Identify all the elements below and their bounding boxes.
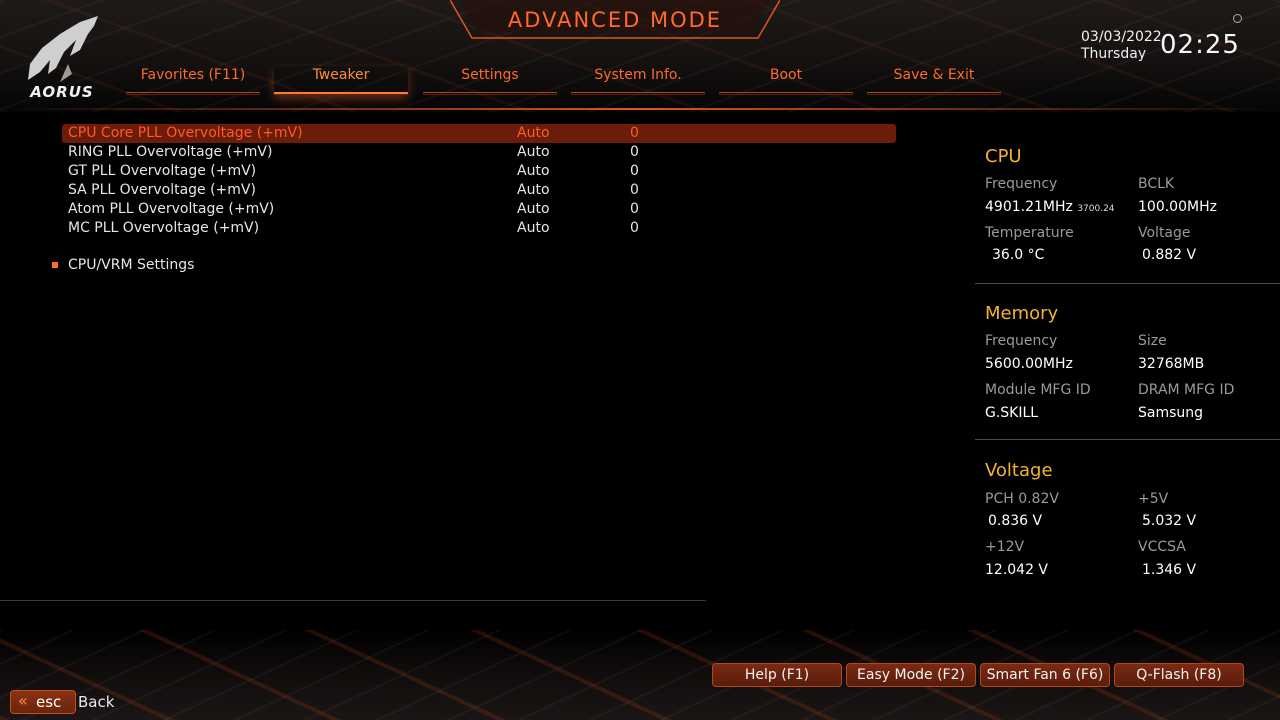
plus5v-value: 5.032 V: [1142, 513, 1197, 529]
setting-name: MC PLL Overvoltage (+mV): [68, 220, 260, 236]
content-divider: [0, 600, 706, 601]
memory-frequency-label: Frequency: [985, 333, 1058, 349]
smart-fan-button[interactable]: Smart Fan 6 (F6): [980, 663, 1110, 687]
submenu-bullet-icon: [52, 262, 58, 268]
setting-name: GT PLL Overvoltage (+mV): [68, 163, 257, 179]
tab-settings[interactable]: Settings: [423, 66, 557, 95]
tab-tweaker[interactable]: Tweaker: [274, 66, 408, 95]
setting-mode[interactable]: Auto: [517, 162, 550, 181]
esc-label: esc: [36, 693, 62, 711]
module-mfg-value: G.SKILL: [985, 405, 1039, 421]
setting-value[interactable]: 0: [630, 219, 639, 238]
tab-save-exit[interactable]: Save & Exit: [867, 66, 1001, 95]
cpu-frequency-value: 4901.21MHz 3700.24: [985, 199, 1115, 215]
tab-system-info[interactable]: System Info.: [571, 66, 705, 95]
submenu-label: CPU/VRM Settings: [68, 257, 195, 273]
cpu-frequency-label: Frequency: [985, 176, 1058, 192]
cpu-temperature-value: 36.0 °C: [992, 247, 1045, 263]
help-button[interactable]: Help (F1): [712, 663, 842, 687]
tab-boot[interactable]: Boot: [719, 66, 853, 95]
setting-name: SA PLL Overvoltage (+mV): [68, 182, 256, 198]
memory-size-label: Size: [1138, 333, 1167, 349]
setting-mode[interactable]: Auto: [517, 124, 550, 143]
day-text: Thursday: [1081, 46, 1147, 62]
time-display[interactable]: 02:25: [1160, 30, 1240, 60]
setting-name: CPU Core PLL Overvoltage (+mV): [68, 125, 303, 141]
setting-value[interactable]: 0: [630, 124, 639, 143]
setting-row-cpu-core-pll[interactable]: CPU Core PLL Overvoltage (+mV) Auto 0: [62, 124, 896, 143]
qflash-button[interactable]: Q-Flash (F8): [1114, 663, 1244, 687]
pch-voltage-label: PCH 0.82V: [985, 491, 1059, 507]
setting-row-atom-pll[interactable]: Atom PLL Overvoltage (+mV) Auto 0: [62, 200, 896, 219]
cpu-voltage-value: 0.882 V: [1142, 247, 1197, 263]
vccsa-label: VCCSA: [1138, 539, 1186, 555]
dram-mfg-label: DRAM MFG ID: [1138, 382, 1235, 398]
panel-divider: [975, 439, 1280, 440]
date-text: 03/03/2022: [1081, 29, 1162, 45]
setting-value[interactable]: 0: [630, 162, 639, 181]
setting-mode[interactable]: Auto: [517, 181, 550, 200]
settings-gear-icon[interactable]: [1233, 14, 1242, 23]
tab-favorites[interactable]: Favorites (F11): [126, 66, 260, 95]
memory-section-title: Memory: [985, 303, 1059, 324]
setting-row-sa-pll[interactable]: SA PLL Overvoltage (+mV) Auto 0: [62, 181, 896, 200]
cpu-temperature-label: Temperature: [985, 225, 1074, 241]
header-divider: [0, 108, 1280, 110]
esc-button[interactable]: « esc: [10, 690, 76, 714]
back-label[interactable]: Back: [78, 693, 114, 711]
panel-divider: [975, 283, 1280, 284]
settings-list: CPU Core PLL Overvoltage (+mV) Auto 0 RI…: [62, 124, 896, 238]
setting-name: RING PLL Overvoltage (+mV): [68, 144, 273, 160]
module-mfg-label: Module MFG ID: [985, 382, 1091, 398]
date-display: 03/03/2022 Thursday: [1081, 29, 1162, 63]
voltage-section-title: Voltage: [985, 460, 1053, 481]
plus5v-label: +5V: [1138, 491, 1169, 507]
setting-row-gt-pll[interactable]: GT PLL Overvoltage (+mV) Auto 0: [62, 162, 896, 181]
setting-value[interactable]: 0: [630, 181, 639, 200]
setting-mode[interactable]: Auto: [517, 219, 550, 238]
setting-name: Atom PLL Overvoltage (+mV): [68, 201, 275, 217]
memory-size-value: 32768MB: [1138, 356, 1205, 372]
vccsa-value: 1.346 V: [1142, 562, 1197, 578]
setting-mode[interactable]: Auto: [517, 200, 550, 219]
aorus-logo-text: AORUS: [30, 83, 94, 101]
setting-mode[interactable]: Auto: [517, 143, 550, 162]
page-title: ADVANCED MODE: [507, 8, 723, 32]
cpu-section-title: CPU: [985, 146, 1022, 167]
plus12v-value: 12.042 V: [985, 562, 1049, 578]
memory-frequency-value: 5600.00MHz: [985, 356, 1073, 372]
bclk-label: BCLK: [1138, 176, 1175, 192]
cpu-voltage-label: Voltage: [1138, 225, 1191, 241]
cpu-frequency-main: 4901.21MHz: [985, 199, 1073, 215]
cpu-frequency-sub: 3700.24: [1077, 204, 1115, 214]
double-chevron-left-icon: «: [18, 691, 28, 710]
setting-value[interactable]: 0: [630, 143, 639, 162]
easy-mode-button[interactable]: Easy Mode (F2): [846, 663, 976, 687]
pch-voltage-value: 0.836 V: [988, 513, 1043, 529]
setting-row-mc-pll[interactable]: MC PLL Overvoltage (+mV) Auto 0: [62, 219, 896, 238]
plus12v-label: +12V: [985, 539, 1025, 555]
setting-row-ring-pll[interactable]: RING PLL Overvoltage (+mV) Auto 0: [62, 143, 896, 162]
setting-value[interactable]: 0: [630, 200, 639, 219]
dram-mfg-value: Samsung: [1138, 405, 1204, 421]
bclk-value: 100.00MHz: [1138, 199, 1217, 215]
